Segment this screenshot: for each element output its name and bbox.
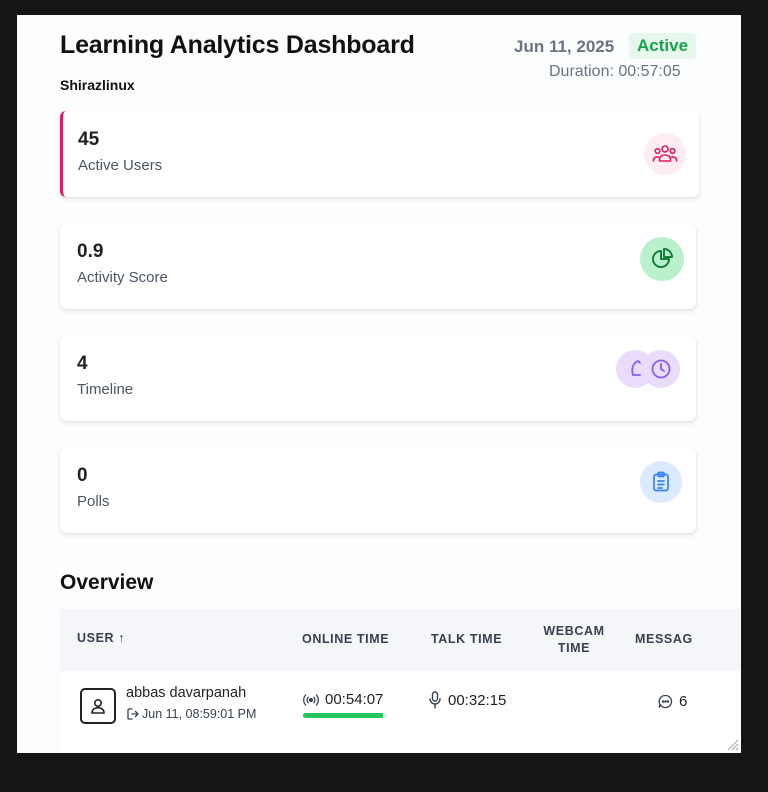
active-users-card[interactable]: 45 Active Users	[60, 111, 699, 197]
status-badge: Active	[629, 33, 697, 59]
card-label: Active Users	[78, 157, 163, 174]
card-value: 0	[77, 465, 88, 486]
messages-value: 6	[679, 693, 688, 710]
overview-heading: Overview	[60, 571, 154, 594]
card-label: Activity Score	[77, 269, 168, 286]
timeline-card[interactable]: 4 Timeline	[60, 335, 696, 421]
table-row[interactable]: abbas davarpanah Jun 11, 08:59:01 PM 00:…	[60, 671, 741, 753]
activity-score-card[interactable]: 0.9 Activity Score	[60, 223, 696, 309]
card-value: 4	[77, 353, 88, 374]
user-joined: Jun 11, 08:59:01 PM	[126, 707, 256, 721]
join-icon	[127, 708, 139, 720]
online-time-value: 00:54:07	[325, 691, 384, 708]
clipboard-icon	[640, 461, 682, 503]
chat-icon	[658, 694, 673, 709]
table-header: USER ↑ ONLINE TIME TALK TIME WEBCAM TIME…	[60, 609, 741, 671]
card-label: Polls	[77, 493, 110, 510]
card-label: Timeline	[77, 381, 134, 398]
user-name: abbas davarpanah	[126, 685, 247, 701]
clock-icon	[642, 350, 680, 388]
column-messages[interactable]: MESSAG	[635, 631, 693, 648]
talk-time-value: 00:32:15	[448, 691, 507, 709]
online-time: 00:54:07	[303, 691, 383, 708]
pie-chart-icon	[640, 237, 684, 281]
column-talk-time[interactable]: TALK TIME	[431, 631, 502, 648]
broadcast-icon	[303, 693, 319, 706]
user-avatar-icon	[80, 688, 116, 724]
column-webcam-time[interactable]: WEBCAM TIME	[537, 623, 611, 657]
column-user[interactable]: USER ↑	[77, 630, 125, 647]
session-duration: Duration: 00:57:05	[549, 63, 681, 80]
column-online-time[interactable]: ONLINE TIME	[302, 631, 389, 648]
dashboard-panel: Learning Analytics Dashboard Shirazlinux…	[17, 15, 741, 753]
talk-time: 00:32:15	[428, 691, 506, 709]
card-value: 45	[78, 129, 100, 150]
messages-count: 6	[658, 693, 687, 710]
joined-time: Jun 11, 08:59:01 PM	[142, 707, 257, 721]
card-value: 0.9	[77, 241, 104, 262]
users-icon	[644, 133, 686, 175]
microphone-icon	[429, 691, 441, 709]
online-progress-fill	[303, 713, 383, 718]
polls-card[interactable]: 0 Polls	[60, 447, 696, 533]
online-progress-bar	[303, 713, 387, 718]
session-date: Jun 11, 2025	[514, 37, 615, 56]
meeting-name: Shirazlinux	[60, 77, 135, 93]
resize-handle-icon[interactable]	[725, 737, 739, 751]
page-title: Learning Analytics Dashboard	[60, 31, 415, 59]
